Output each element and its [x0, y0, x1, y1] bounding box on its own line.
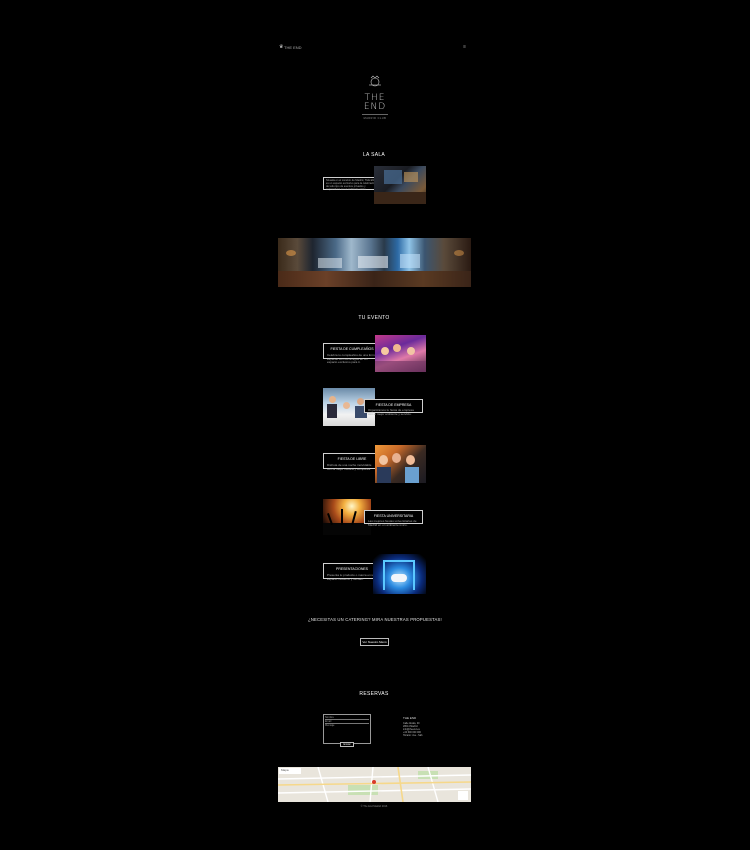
brand-logo-icon: ♛ — [279, 44, 284, 50]
sala-image — [374, 166, 426, 204]
sala-description-box: Situada en el corazón de Madrid, THE END… — [323, 177, 381, 191]
event-image-2 — [375, 445, 426, 483]
reservation-form: Nombre Email Mensaje — [323, 714, 371, 744]
section-heading-reservas: RESERVAS — [359, 691, 389, 697]
event-image-4 — [373, 554, 426, 594]
map-graphic — [278, 767, 471, 802]
event-card-text: Presenta tu producto o marca en un espac… — [327, 573, 375, 581]
event-card-text: Disfruta de una noche inolvidable con la… — [327, 463, 372, 471]
map-label: Mapa — [281, 768, 289, 772]
logo-line2: END — [363, 102, 387, 112]
footer-copyright: © The End Madrid 2016 — [360, 805, 388, 808]
header-brand[interactable]: THE END — [284, 45, 302, 50]
event-card-text: Las mejores fiestas universitarias de Ma… — [368, 519, 417, 527]
sala-description: Situada en el corazón de Madrid, THE END… — [326, 179, 377, 191]
contact-info: THE END Calle Alcalá, 00 28014 Madrid in… — [403, 716, 433, 737]
contact-line: Horario: Jue - Sáb — [403, 734, 423, 737]
event-image-0 — [375, 335, 426, 372]
contact-title: THE END — [403, 716, 417, 720]
event-card-title: FIESTA DE CUMPLEAÑOS — [330, 347, 374, 351]
message-field[interactable]: Mensaje — [325, 724, 369, 727]
event-card-text: Organizamos tu fiesta de empresa con el … — [368, 408, 414, 416]
event-card-text: Celebra tu cumpleaños de una forma espec… — [327, 353, 377, 365]
section-heading-eventos: TU EVENTO — [358, 315, 390, 321]
event-card-title: FIESTA DE LIBRE — [337, 457, 367, 461]
section-heading-sala: LA SALA — [362, 152, 386, 158]
logo-divider — [362, 114, 388, 115]
catering-menu-button[interactable]: Ver Nuestro Menú — [360, 638, 389, 646]
crown-icon — [369, 75, 381, 87]
event-card-2[interactable]: FIESTA DE LIBRE Disfruta de una noche in… — [323, 453, 381, 471]
panorama-image — [278, 238, 471, 287]
logo-tagline: MADRID CLUB — [363, 117, 387, 120]
location-map[interactable]: Mapa — [278, 767, 471, 802]
header: ♛ THE END ≡ — [279, 44, 469, 50]
catering-question: ¿NECESITAS UN CATERING? MIRA NUESTRAS PR… — [308, 617, 442, 622]
event-card-0[interactable]: FIESTA DE CUMPLEAÑOS Celebra tu cumpleañ… — [323, 343, 381, 364]
event-card-3[interactable]: FIESTA UNIVERSITARIA Las mejores fiestas… — [364, 510, 423, 527]
main-logo: THE END MADRID CLUB — [355, 75, 395, 123]
event-card-1[interactable]: FIESTA DE EMPRESA Organizamos tu fiesta … — [364, 399, 423, 416]
event-card-title: PRESENTACIONES — [335, 567, 369, 571]
submit-button[interactable]: Enviar — [340, 742, 354, 747]
menu-icon[interactable]: ≡ — [463, 44, 466, 50]
